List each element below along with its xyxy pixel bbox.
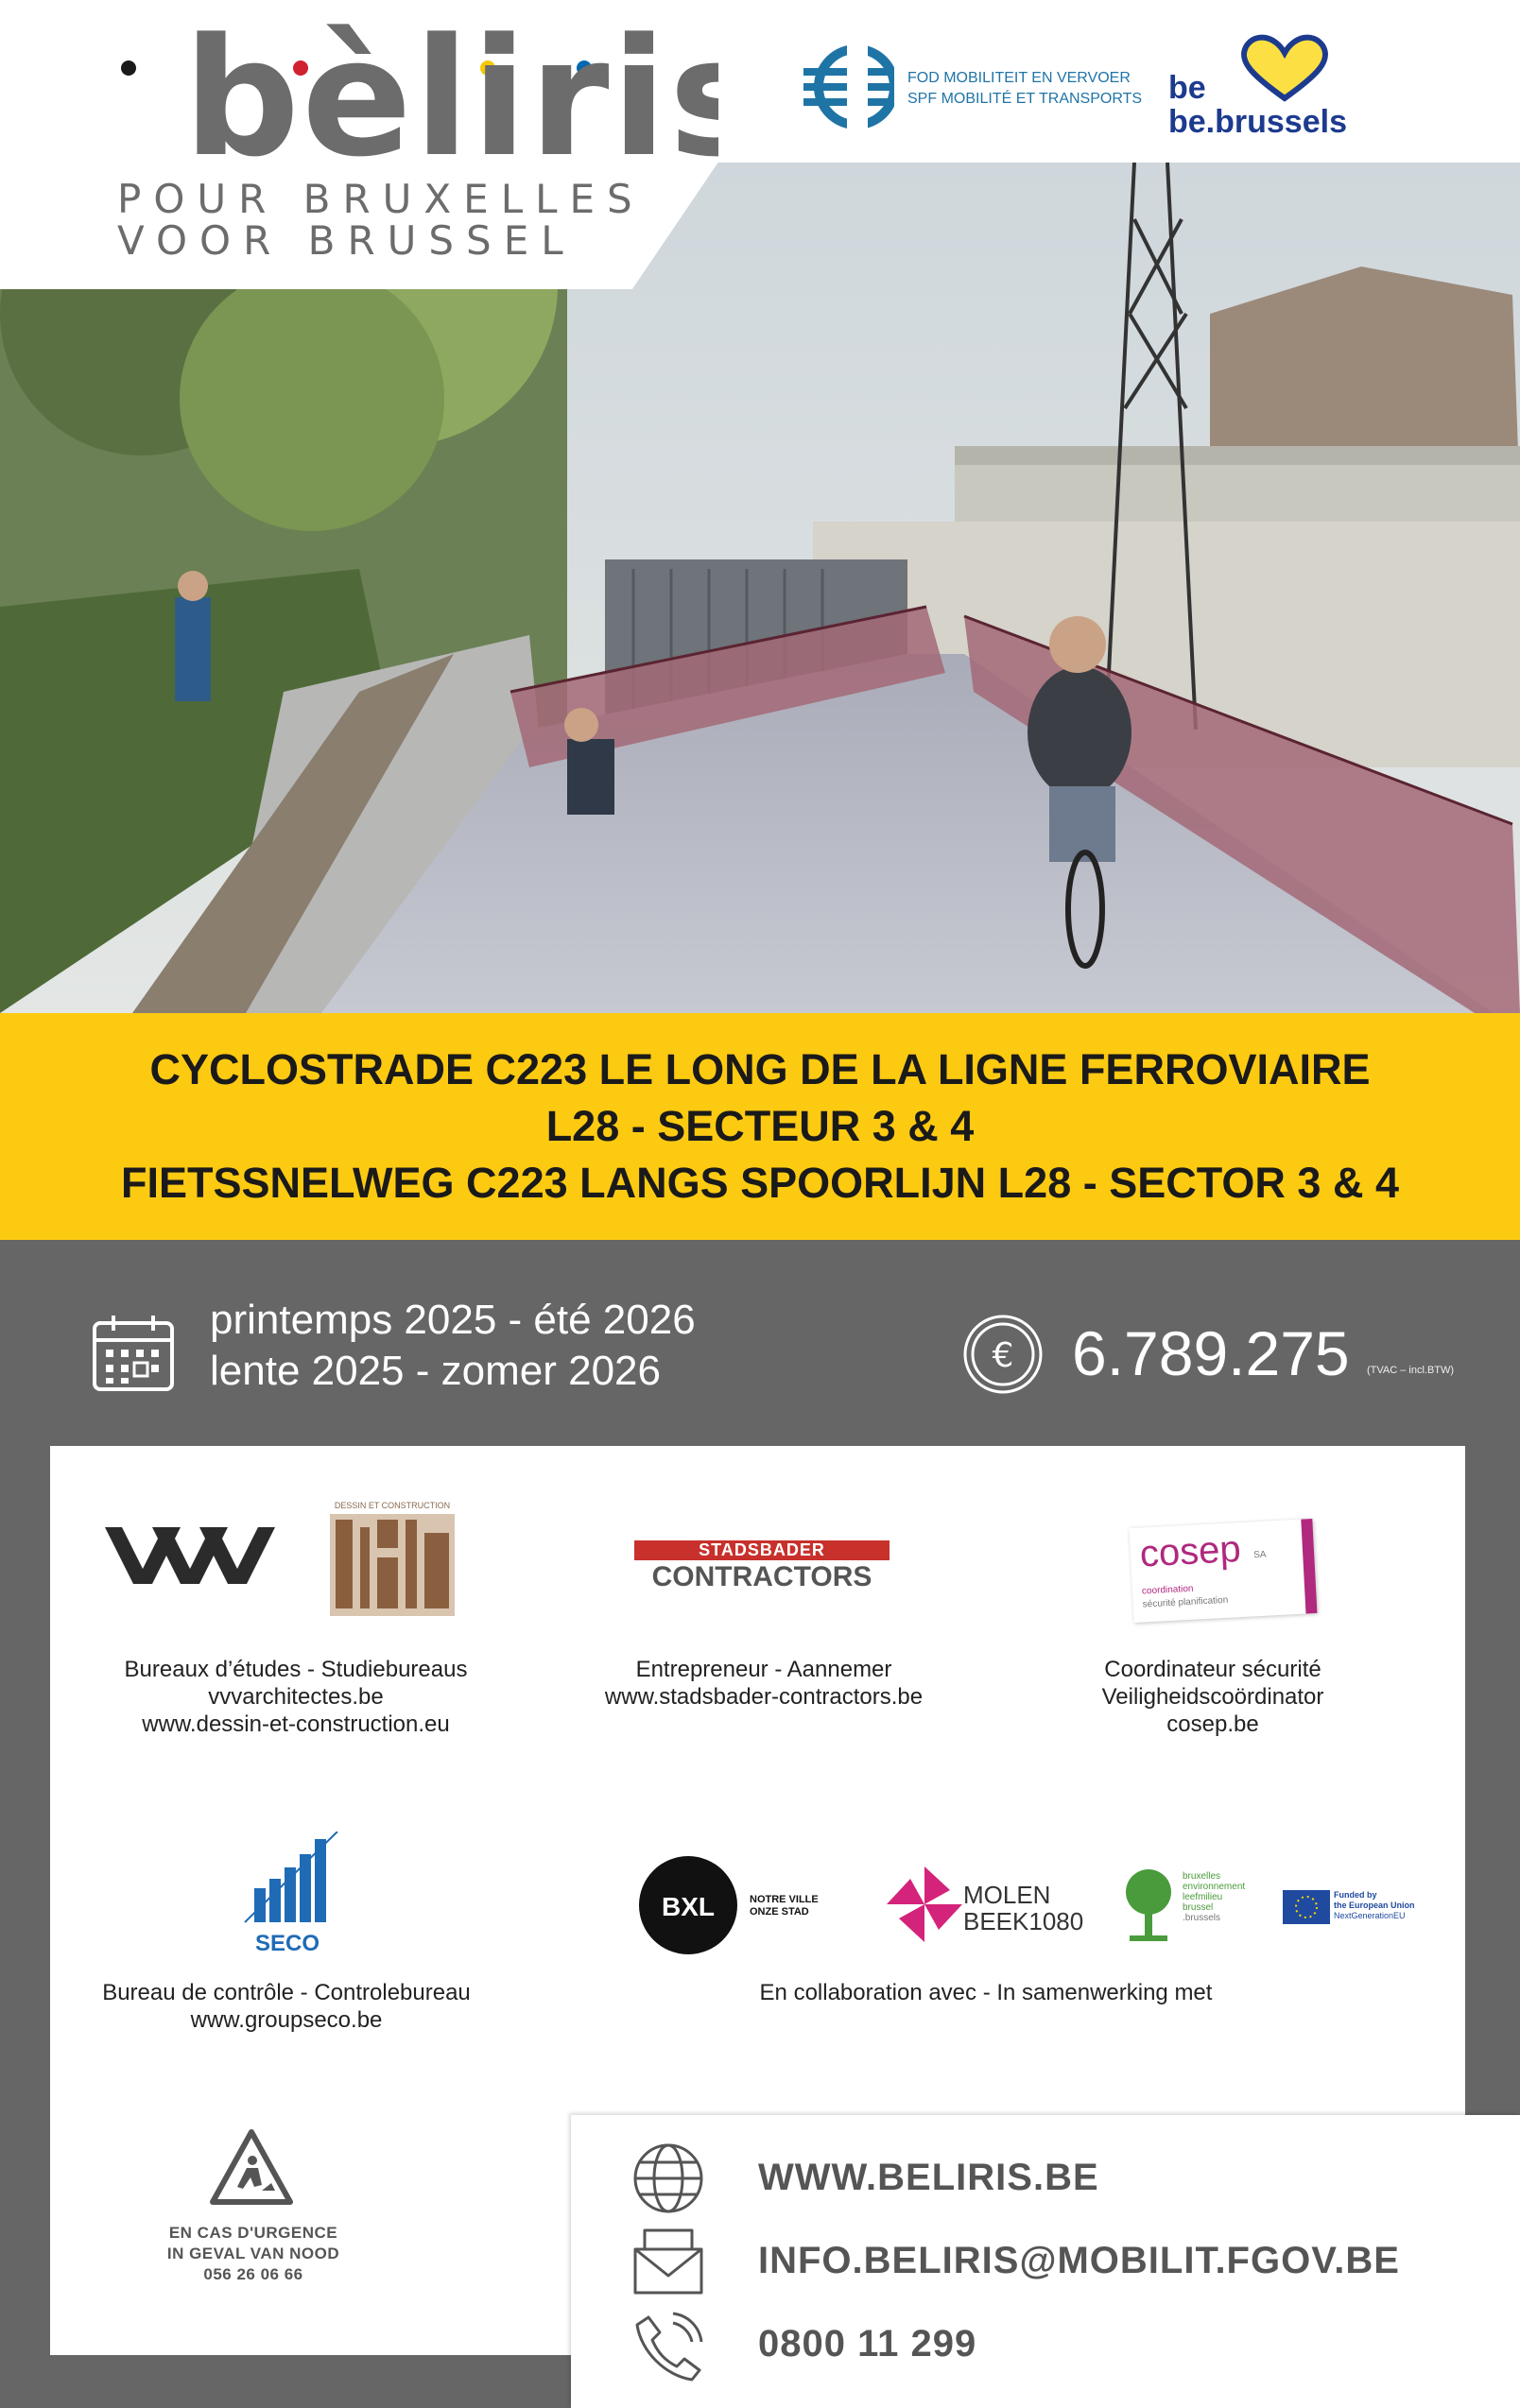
- vvv-architectes-logo[interactable]: [105, 1527, 275, 1584]
- seco-link[interactable]: www.groupseco.be: [50, 2006, 523, 2034]
- bxl-tagline: NOTRE VILLE ONZE STAD: [750, 1894, 819, 1918]
- cosep-main: cosep: [1138, 1528, 1242, 1575]
- hero-photo: [0, 163, 1520, 1013]
- env-text-1: bruxelles: [1183, 1871, 1221, 1882]
- phone-icon: [635, 2312, 703, 2382]
- env-text-4: brussel: [1183, 1902, 1214, 1913]
- title-line-2: L28 - SECTEUR 3 & 4: [545, 1102, 975, 1150]
- env-text-5: .brussels: [1183, 1913, 1221, 1923]
- euro-icon: €: [962, 1314, 1044, 1395]
- safety-caption-role-nl: Veiligheidscoördinator: [1101, 1684, 1324, 1710]
- tree-icon: [1126, 1869, 1171, 1941]
- seco-logo[interactable]: SECO: [226, 1831, 349, 1956]
- eu-text-3: NextGenerationEU: [1334, 1911, 1406, 1920]
- collab-caption: En collaboration avec - In samenwerking …: [759, 1980, 1213, 2005]
- molen-label-1: MOLEN: [963, 1881, 1051, 1909]
- bxl-tagline-1: NOTRE VILLE: [750, 1894, 819, 1905]
- pinwheel-icon: [887, 1866, 962, 1942]
- eu-funding-logo[interactable]: Funded by the European Union NextGenerat…: [1283, 1890, 1443, 1928]
- budget-amount: 6.789.275: [1072, 1318, 1350, 1388]
- title-line-3: FIETSSNELWEG C223 LANGS SPOORLIJN L28 - …: [121, 1159, 1399, 1207]
- cosep-sub2: sécurité planification: [1142, 1594, 1229, 1610]
- bxl-label: BXL: [662, 1892, 715, 1921]
- cosep-link[interactable]: cosep.be: [995, 1711, 1430, 1738]
- env-text-3: leefmilieu: [1183, 1892, 1223, 1902]
- stadsbader-bottom: CONTRACTORS: [651, 1561, 872, 1592]
- calendar-icon: [91, 1314, 176, 1393]
- env-text: bruxelles environnement leefmilieu bruss…: [1183, 1871, 1245, 1923]
- eu-flag-icon: [1283, 1890, 1330, 1924]
- title-line-1: CYCLOSTRADE C223 LE LONG DE LA LIGNE FER…: [149, 1045, 1371, 1093]
- stadsbader-top: STADSBADER: [634, 1540, 890, 1560]
- seco-bars-icon: [244, 1831, 338, 1923]
- safety-caption-role-fr: Coordinateur sécurité: [1104, 1657, 1321, 1682]
- contractor-caption: Entrepreneur - Aannemer www.stadsbader-c…: [532, 1656, 995, 1711]
- stadsbader-link[interactable]: www.stadsbader-contractors.be: [532, 1683, 995, 1711]
- bridge-illustration: [0, 163, 1520, 1013]
- contractor-caption-role: Entrepreneur - Aannemer: [635, 1657, 892, 1682]
- brand-tagline-fr: POUR BRUXELLES: [117, 176, 645, 222]
- bxl-tagline-2: ONZE STAD: [750, 1906, 809, 1918]
- budget-note: (TVAC – incl.BTW): [1367, 1365, 1455, 1376]
- be-brussels-logo[interactable]: be be.brussels: [1168, 32, 1367, 146]
- fod-mobility-logo[interactable]: FOD MOBILITEIT EN VERVOER SPF MOBILITÉ E…: [803, 42, 1142, 136]
- emergency-phone[interactable]: 056 26 06 66: [145, 2264, 362, 2285]
- dessin-link[interactable]: www.dessin-et-construction.eu: [50, 1711, 542, 1738]
- env-text-2: environnement: [1183, 1882, 1246, 1892]
- schedule-fr: printemps 2025 - été 2026: [210, 1297, 696, 1343]
- fod-emblem-icon: [803, 42, 894, 132]
- studies-caption-role: Bureaux d’études - Studiebureaus: [124, 1657, 468, 1682]
- project-title-band: CYCLOSTRADE C223 LE LONG DE LA LIGNE FER…: [0, 1013, 1520, 1240]
- spf-label: SPF MOBILITÉ ET TRANSPORTS: [907, 91, 1143, 107]
- schedule-nl: lente 2025 - zomer 2026: [210, 1348, 661, 1394]
- cosep-sa: SA: [1252, 1549, 1267, 1561]
- brand-tagline-nl: VOOR BRUSSEL: [117, 217, 576, 264]
- studies-caption: Bureaux d’études - Studiebureaus vvvarch…: [50, 1656, 542, 1738]
- molenbeek-logo[interactable]: MOLEN BEEK1080: [884, 1862, 1084, 1956]
- dessin-construction-logo[interactable]: DESSIN ET CONSTRUCTION: [328, 1501, 457, 1624]
- stadsbader-logo[interactable]: STADSBADER CONTRACTORS: [634, 1540, 890, 1597]
- safety-caption: Coordinateur sécurité Veiligheidscoördin…: [995, 1656, 1430, 1738]
- be-label: be: [1168, 70, 1206, 106]
- svg-text:€: €: [993, 1336, 1014, 1375]
- eu-text-1: Funded by: [1334, 1890, 1377, 1900]
- emergency-info: EN CAS D'URGENCE IN GEVAL VAN NOOD 056 2…: [145, 2223, 362, 2285]
- fod-label: FOD MOBILITEIT EN VERVOER: [907, 70, 1131, 86]
- phone-link[interactable]: 0800 11 299: [758, 2323, 976, 2365]
- emergency-line-fr: EN CAS D'URGENCE: [168, 2224, 338, 2242]
- brussels-label: be.brussels: [1168, 104, 1347, 140]
- control-caption: Bureau de contrôle - Controlebureau www.…: [50, 1979, 523, 2034]
- globe-icon: [633, 2143, 703, 2213]
- cosep-logo[interactable]: cosep SA coordination sécurité planifica…: [1129, 1518, 1318, 1624]
- eu-text: Funded by the European Union NextGenerat…: [1334, 1890, 1415, 1921]
- eu-text-2: the European Union: [1334, 1901, 1415, 1910]
- emergency-line-nl: IN GEVAL VAN NOOD: [166, 2245, 340, 2262]
- control-caption-role: Bureau de contrôle - Controlebureau: [102, 1980, 471, 2005]
- cosep-sub1: coordination: [1141, 1583, 1194, 1597]
- dessin-pattern-icon: [330, 1514, 455, 1616]
- heart-icon: [1240, 34, 1329, 102]
- bxl-logo[interactable]: BXL: [639, 1856, 737, 1954]
- brand-dot-black: [121, 60, 136, 76]
- brussels-environment-logo[interactable]: bruxelles environnement leefmilieu bruss…: [1120, 1867, 1262, 1952]
- roadwork-warning-icon: [209, 2128, 294, 2206]
- brand-logo[interactable]: bèliris: [183, 17, 718, 180]
- vvv-link[interactable]: vvvarchitectes.be: [50, 1683, 542, 1711]
- website-link[interactable]: WWW.BELIRIS.BE: [758, 2157, 1099, 2199]
- dessin-logo-text: DESSIN ET CONSTRUCTION: [334, 1501, 451, 1510]
- seco-label: SECO: [254, 1931, 320, 1956]
- contact-panel: WWW.BELIRIS.BE INFO.BELIRIS@MOBILIT.FGOV…: [571, 2115, 1520, 2408]
- mail-icon: [633, 2228, 703, 2295]
- email-link[interactable]: INFO.BELIRIS@MOBILIT.FGOV.BE: [758, 2240, 1400, 2282]
- brand-panel: bèliris POUR BRUXELLES VOOR BRUSSEL: [0, 0, 718, 289]
- molen-label-2: BEEK1080: [963, 1907, 1084, 1935]
